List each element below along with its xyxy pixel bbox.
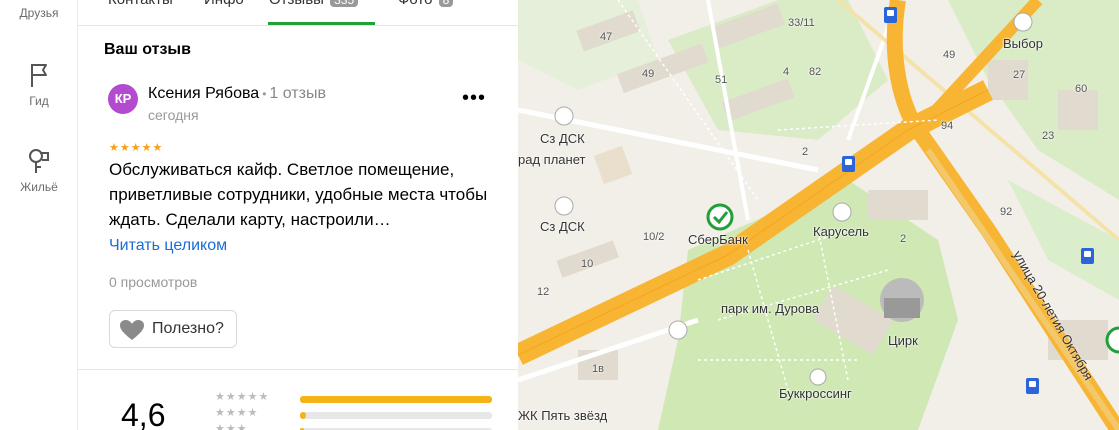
- star-icon: ★: [109, 142, 120, 154]
- tab-info[interactable]: Инфо: [204, 0, 244, 8]
- rating-stars-5: ★★★★★: [215, 391, 270, 403]
- tab-contacts-label: Контакты: [108, 0, 173, 8]
- house-number: 94: [941, 120, 954, 132]
- org-panel: Контакты Инфо Отзывы 335 Фото 8 Ваш отзы…: [78, 0, 518, 430]
- review-views: 0 просмотров: [109, 274, 198, 290]
- map-canvas[interactable]: [518, 0, 1119, 430]
- rail-item-guide-label: Гид: [29, 94, 49, 108]
- star-icon: ★: [119, 142, 131, 154]
- rail-item-housing-label: Жильё: [20, 180, 58, 194]
- active-tab-indicator: [268, 22, 375, 25]
- tab-photos[interactable]: Фото 8: [398, 0, 454, 8]
- map-label-grad-planet[interactable]: рад планет: [518, 152, 585, 167]
- review-stars: ★★★★★: [109, 141, 163, 154]
- house-number: 49: [642, 68, 655, 80]
- rating-bar-5: ★★★★★: [215, 391, 495, 406]
- author-name[interactable]: Ксения Рябова: [148, 85, 259, 102]
- review-author[interactable]: Ксения Рябова • 1 отзыв: [148, 85, 326, 103]
- map-label-bookcrossing[interactable]: Буккроссинг: [779, 386, 852, 401]
- map-view[interactable]: СберБанк Сз ДСК Сз ДСК рад планет Карусе…: [518, 0, 1119, 430]
- map-label-sber[interactable]: СберБанк: [688, 232, 748, 247]
- helpful-label: Полезно?: [152, 320, 224, 337]
- app-root: Друзья Гид Жильё Контакты Инфо Отзывы 33…: [0, 0, 1119, 430]
- star-icon: ★: [130, 142, 142, 154]
- bus-stop-icon[interactable]: [1081, 248, 1094, 264]
- tab-reviews-label: Отзывы: [269, 0, 324, 8]
- map-label-sz-dsk-1[interactable]: Сз ДСК: [540, 131, 585, 146]
- review-date: сегодня: [148, 107, 199, 123]
- helpful-button[interactable]: Полезно?: [109, 310, 237, 348]
- author-review-count: 1 отзыв: [269, 85, 326, 102]
- housing-icon: [29, 149, 49, 173]
- flag-icon: [31, 64, 47, 87]
- house-number: 2: [802, 146, 809, 158]
- rail-item-housing[interactable]: Жильё: [0, 146, 78, 194]
- section-title: Ваш отзыв: [104, 41, 191, 58]
- tab-photos-count: 8: [438, 0, 454, 7]
- bus-stop-icon[interactable]: [842, 156, 855, 172]
- rail-item-guide[interactable]: Гид: [0, 60, 78, 108]
- house-number: 51: [715, 74, 728, 86]
- house-number: 82: [809, 66, 822, 78]
- house-number: 49: [943, 49, 956, 61]
- tab-contacts[interactable]: Контакты: [108, 0, 173, 8]
- rating-bar-4: ★★★★: [215, 407, 495, 422]
- house-number: 1в: [592, 363, 604, 375]
- house-number: 10: [581, 258, 594, 270]
- heart-icon: [120, 320, 144, 340]
- house-number: 92: [1000, 206, 1013, 218]
- read-more-link[interactable]: Читать целиком: [109, 237, 227, 255]
- rail-item-friends[interactable]: Друзья: [0, 6, 78, 20]
- house-number: 60: [1075, 83, 1088, 95]
- house-number: 2: [900, 233, 907, 245]
- left-rail: Друзья Гид Жильё: [0, 0, 78, 430]
- rating-track: [300, 412, 492, 419]
- house-number: 10/2: [643, 231, 665, 243]
- house-number: 12: [537, 286, 550, 298]
- house-number: 23: [1042, 130, 1055, 142]
- rail-item-friends-label: Друзья: [19, 6, 59, 20]
- map-label-zhk[interactable]: ЖК Пять звёзд: [518, 408, 607, 423]
- avatar[interactable]: КР: [108, 84, 138, 114]
- star-icon: ★: [152, 142, 164, 154]
- rating-track: [300, 396, 492, 403]
- more-options-icon[interactable]: •••: [462, 87, 486, 110]
- rating-stars-3: ★★★: [215, 423, 248, 430]
- star-icon: ★: [141, 142, 153, 154]
- rating-fill: [300, 396, 492, 403]
- tab-photos-label: Фото: [398, 0, 432, 8]
- house-number: 47: [600, 31, 613, 43]
- tab-info-label: Инфо: [204, 0, 244, 8]
- tabs-bar: Контакты Инфо Отзывы 335 Фото 8: [78, 0, 518, 26]
- bus-stop-icon[interactable]: [1026, 378, 1039, 394]
- rating-fill: [300, 412, 306, 419]
- house-number: 27: [1013, 69, 1026, 81]
- map-label-park[interactable]: парк им. Дурова: [721, 301, 819, 316]
- bus-stop-icon[interactable]: [884, 7, 897, 23]
- map-label-circus[interactable]: Цирк: [888, 333, 918, 348]
- map-label-vybor[interactable]: Выбор: [1003, 36, 1043, 51]
- rating-bar-3: ★★★: [215, 423, 495, 430]
- house-number: 33/11: [788, 17, 815, 29]
- rating-stars-4: ★★★★: [215, 407, 259, 419]
- review-text: Обслуживаться кайф. Светлое помещение, п…: [109, 160, 488, 229]
- author-separator: •: [262, 87, 267, 101]
- rating-value: 4,6: [121, 397, 166, 430]
- section-divider: [78, 369, 518, 370]
- map-label-karusel[interactable]: Карусель: [813, 224, 869, 239]
- tab-reviews-count: 335: [330, 0, 359, 7]
- map-label-sz-dsk-2[interactable]: Сз ДСК: [540, 219, 585, 234]
- tab-reviews[interactable]: Отзывы 335: [269, 0, 359, 8]
- house-number: 4: [783, 66, 790, 78]
